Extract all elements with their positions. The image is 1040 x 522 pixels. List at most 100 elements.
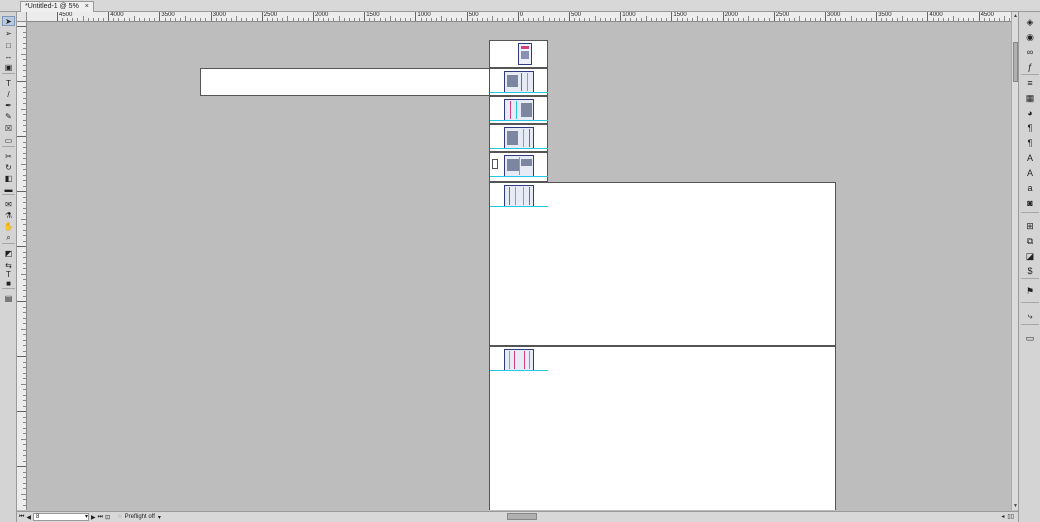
page-spread-5[interactable] bbox=[489, 152, 548, 182]
close-icon[interactable]: × bbox=[85, 2, 89, 12]
character-styles-panel-icon[interactable]: A bbox=[1023, 167, 1037, 179]
ruler-label: 1500 bbox=[673, 12, 687, 18]
direct-selection-tool-icon[interactable]: ➢ bbox=[2, 28, 15, 38]
ruler-tick bbox=[17, 26, 26, 27]
gradient-swatch-tool-icon[interactable]: ◧ bbox=[2, 173, 15, 183]
large-page-spread-2[interactable] bbox=[489, 346, 836, 510]
ruler-minor-tick bbox=[702, 18, 704, 21]
content-collector-icon[interactable]: ▣ bbox=[2, 62, 15, 72]
split-window-icon[interactable]: ▯▯ bbox=[1007, 513, 1014, 520]
ruler-minor-tick bbox=[369, 18, 371, 21]
ruler-minor-tick bbox=[604, 18, 606, 21]
ruler-tick bbox=[466, 12, 468, 21]
color-panel-icon[interactable]: ▦ bbox=[1023, 92, 1037, 104]
free-transform-tool-icon[interactable]: ↻ bbox=[2, 162, 15, 172]
guide-line bbox=[490, 176, 548, 177]
chevron-down-icon[interactable]: ▾ bbox=[85, 514, 88, 520]
align-panel-icon[interactable]: ⊞ bbox=[1023, 220, 1037, 232]
pasteboard-item[interactable] bbox=[492, 159, 498, 169]
page-spread-1[interactable] bbox=[489, 40, 548, 68]
spread-thumbnail bbox=[504, 127, 534, 149]
ruler-minor-tick bbox=[973, 18, 975, 21]
type-tool-icon[interactable]: T bbox=[2, 78, 15, 88]
zoom-tool-icon[interactable]: ⌕ bbox=[2, 233, 15, 243]
ruler-minor-tick bbox=[23, 174, 26, 176]
ruler-minor-tick bbox=[169, 18, 171, 21]
tool-separator bbox=[2, 194, 15, 195]
eyedropper-tool-icon[interactable]: ⚗ bbox=[2, 210, 15, 220]
ruler-label: 2500 bbox=[775, 12, 790, 18]
ruler-minor-tick bbox=[430, 18, 432, 21]
transform-panel-icon[interactable]: ◪ bbox=[1023, 250, 1037, 262]
paragraph-styles-panel-icon[interactable]: ¶ bbox=[1023, 137, 1037, 149]
ruler-origin[interactable] bbox=[17, 12, 27, 22]
stroke-panel-icon[interactable]: ≡ bbox=[1023, 77, 1037, 89]
rectangle-frame-tool-icon[interactable]: ☒ bbox=[2, 123, 15, 133]
preflight-status[interactable]: Preflight off bbox=[125, 514, 155, 520]
ruler-minor-tick bbox=[256, 18, 258, 21]
ruler-minor-tick bbox=[23, 196, 26, 198]
gradient-feather-tool-icon[interactable]: ▬ bbox=[2, 184, 15, 194]
ruler-minor-tick bbox=[799, 16, 801, 21]
book-panel-icon[interactable]: ▭ bbox=[1023, 332, 1037, 344]
ruler-minor-tick bbox=[236, 16, 238, 21]
next-page-icon[interactable]: ▶ bbox=[91, 514, 96, 521]
vertical-scrollbar[interactable]: ▲ ▼ bbox=[1011, 12, 1018, 510]
hand-tool-icon[interactable]: ✋ bbox=[2, 221, 15, 231]
gap-tool-icon[interactable]: ↔ bbox=[2, 51, 15, 61]
note-tool-icon[interactable]: ✉ bbox=[2, 199, 15, 209]
rectangle-tool-icon[interactable]: ▭ bbox=[2, 135, 15, 145]
guide-line bbox=[490, 206, 548, 207]
text-wrap-panel-icon[interactable]: $ bbox=[1023, 265, 1037, 277]
page-spread-2[interactable] bbox=[489, 68, 548, 96]
character-panel-icon[interactable]: A bbox=[1023, 152, 1037, 164]
large-page-spread-1[interactable] bbox=[489, 182, 836, 346]
ruler-minor-tick bbox=[686, 18, 688, 21]
ruler-tick bbox=[17, 356, 26, 357]
object-styles-panel-icon[interactable]: ◙ bbox=[1023, 197, 1037, 209]
pen-tool-icon[interactable]: ✒ bbox=[2, 100, 15, 110]
open-page-icon[interactable]: ⊡ bbox=[105, 514, 110, 521]
glyphs-panel-icon[interactable]: a bbox=[1023, 182, 1037, 194]
pasteboard[interactable] bbox=[28, 23, 1011, 510]
screen-mode-icon[interactable]: ▤ bbox=[2, 293, 15, 303]
effects-panel-icon[interactable]: ƒ bbox=[1023, 61, 1037, 73]
ruler-minor-tick bbox=[343, 18, 345, 21]
layers-panel-icon[interactable]: ◉ bbox=[1023, 31, 1037, 43]
ruler-minor-tick bbox=[487, 18, 489, 21]
links-panel-icon[interactable]: ∞ bbox=[1023, 46, 1037, 58]
page-spread-3[interactable] bbox=[489, 96, 548, 124]
previous-page-icon[interactable]: ◀ bbox=[26, 514, 31, 521]
swatches-panel-icon[interactable]: ◕ bbox=[1023, 107, 1037, 119]
scroll-left-icon[interactable]: ◂ bbox=[1001, 513, 1004, 520]
pages-panel-icon[interactable]: ◈ bbox=[1023, 16, 1037, 28]
table-panel-icon[interactable]: ⚑ bbox=[1023, 285, 1037, 297]
preflight-status-icon[interactable]: ◌ bbox=[118, 514, 122, 520]
document-tab[interactable]: *Untitled-1 @ 5% × bbox=[20, 1, 94, 12]
paragraph-panel-icon[interactable]: ¶ bbox=[1023, 122, 1037, 134]
first-page-icon[interactable]: ⏮ bbox=[19, 514, 24, 521]
horizontal-ruler[interactable]: 4500 4000 3500 3000 2500 2000 1500 1000 500 0 500 1… bbox=[27, 12, 1012, 22]
ruler-minor-tick bbox=[21, 493, 26, 495]
vertical-ruler[interactable] bbox=[17, 22, 27, 510]
scissors-tool-icon[interactable]: ✂ bbox=[2, 151, 15, 161]
ruler-minor-tick bbox=[23, 202, 26, 203]
line-tool-icon[interactable]: / bbox=[2, 89, 15, 99]
ruler-minor-tick bbox=[676, 18, 678, 21]
last-page-icon[interactable]: ⏭ bbox=[98, 514, 103, 521]
page-number-field[interactable]: 8 ▾ bbox=[33, 513, 90, 521]
ruler-minor-tick bbox=[23, 290, 26, 291]
ruler-minor-tick bbox=[133, 16, 135, 21]
page-spread-4[interactable] bbox=[489, 124, 548, 152]
fill-stroke-icon[interactable]: ◩ bbox=[2, 248, 15, 258]
ruler-minor-tick bbox=[763, 18, 765, 21]
page-tool-icon[interactable]: □ bbox=[2, 40, 15, 50]
hyperlinks-panel-icon[interactable]: ⤷ bbox=[1023, 310, 1037, 322]
ruler-minor-tick bbox=[21, 383, 26, 385]
pathfinder-panel-icon[interactable]: ⧉ bbox=[1023, 235, 1037, 247]
chevron-down-icon[interactable]: ▾ bbox=[158, 514, 161, 521]
horizontal-scroll-thumb[interactable] bbox=[507, 513, 537, 520]
normal-view-mode-icon[interactable]: ■ bbox=[2, 278, 15, 288]
selection-tool-icon[interactable]: ➤ bbox=[2, 16, 15, 26]
pencil-tool-icon[interactable]: ✎ bbox=[2, 111, 15, 121]
